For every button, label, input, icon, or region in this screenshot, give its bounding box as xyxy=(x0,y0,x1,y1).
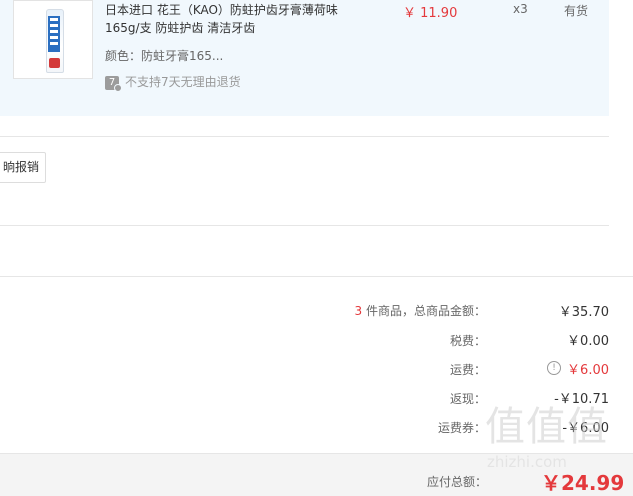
product-title-line2[interactable]: 165g/支 防蛀护齿 清洁牙齿 xyxy=(105,19,255,36)
divider xyxy=(0,136,609,137)
product-image[interactable] xyxy=(13,0,93,79)
goods-total-label: 3 件商品，总商品金额： xyxy=(354,304,486,318)
site-watermark: 值值值 zhizhi.com xyxy=(485,405,625,485)
tax-value: ￥0.00 xyxy=(567,334,609,349)
watermark-text: zhizhi.com xyxy=(487,453,567,471)
return-policy-text: 不支持7天无理由退货 xyxy=(125,75,241,89)
goods-total-value: ￥35.70 xyxy=(558,305,609,320)
freight-label: 运费： xyxy=(449,363,486,377)
product-spec: 颜色：防蛀牙膏165... xyxy=(105,49,224,63)
tax-label: 税费： xyxy=(449,334,486,348)
watermark-logo: 值值值 xyxy=(485,404,608,450)
toothpaste-tube-icon xyxy=(46,9,64,73)
unit-price: ￥ 11.90 xyxy=(403,6,458,21)
amount-due-label: 应付总额： xyxy=(427,475,488,489)
quantity: x3 xyxy=(513,2,528,16)
divider xyxy=(0,225,609,226)
no-7day-return-icon: 7 xyxy=(105,75,122,92)
invoice-button[interactable]: 晌报销 xyxy=(0,152,46,183)
product-title[interactable]: 日本进口 花王（KAO）防蛀护齿牙膏薄荷味 xyxy=(105,1,338,18)
return-policy: 7 不支持7天无理由退货 xyxy=(105,73,241,92)
divider xyxy=(0,276,633,277)
freight-value: ￥6.00 xyxy=(567,363,609,378)
freight-info-icon[interactable]: ! xyxy=(547,361,561,375)
freight-coupon-label: 运费券： xyxy=(437,421,486,435)
rebate-label: 返现： xyxy=(449,392,486,406)
stock-status: 有货 xyxy=(564,4,589,18)
